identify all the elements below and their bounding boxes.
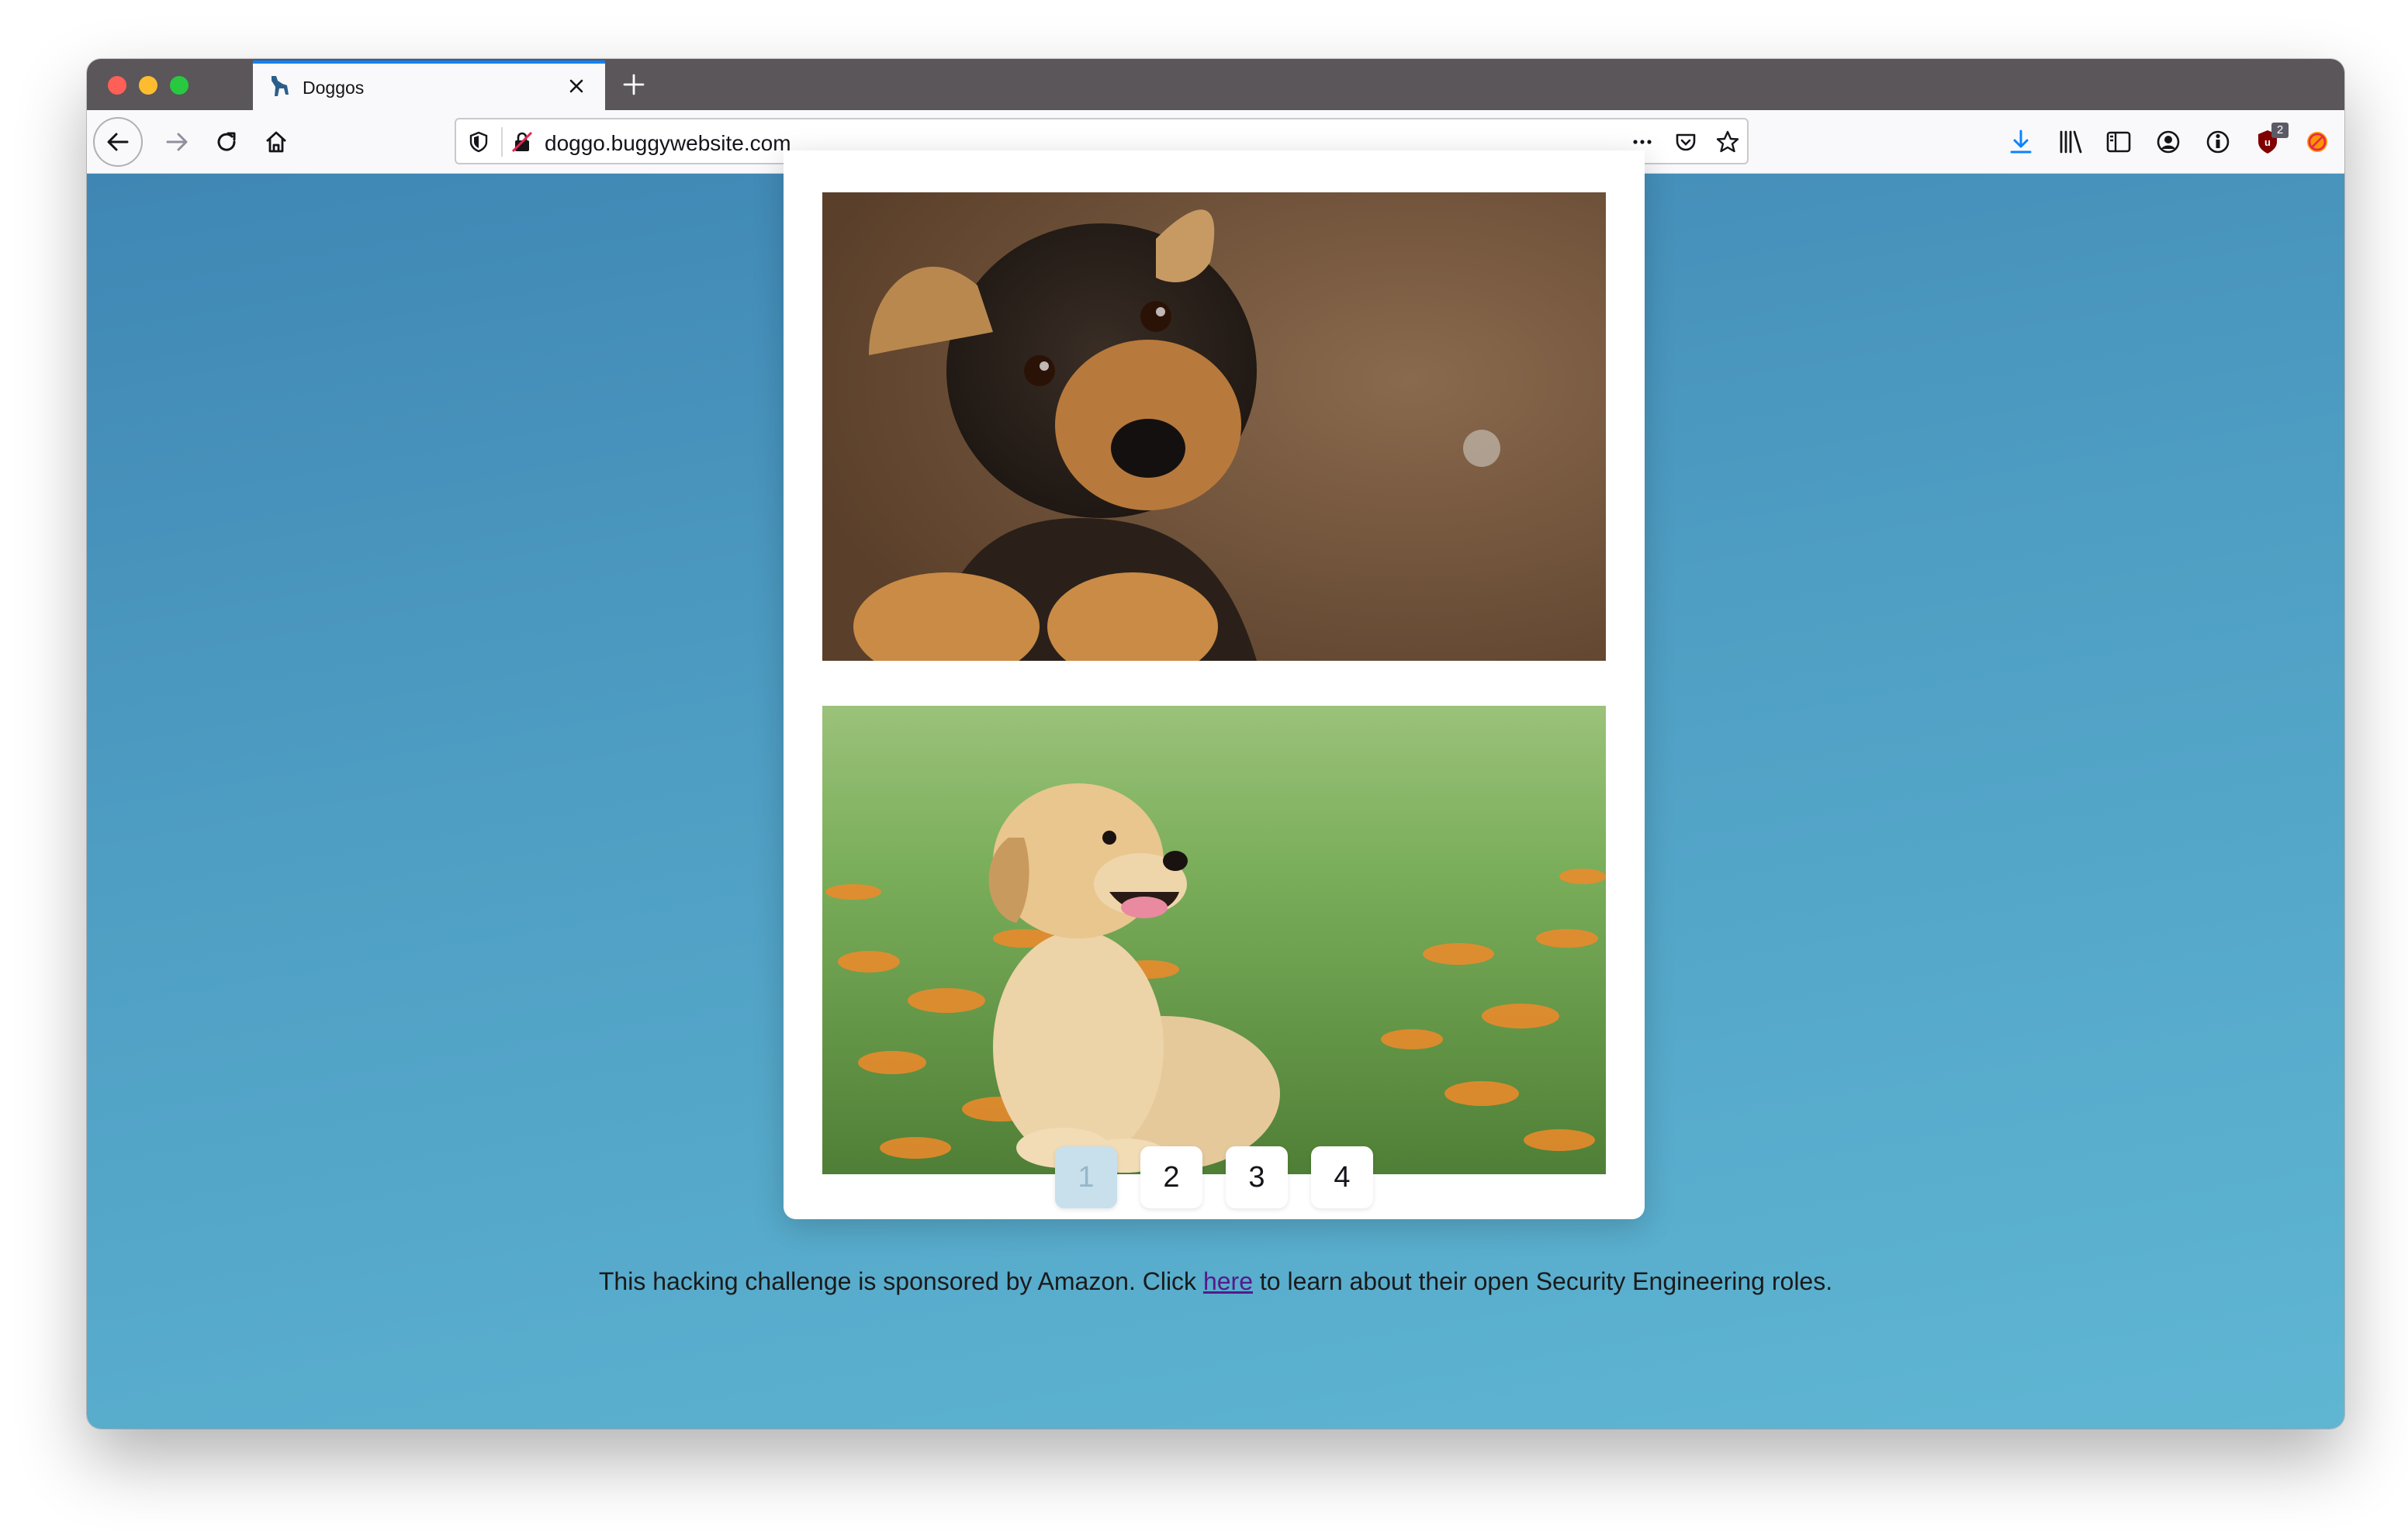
browser-window: Doggos doggo.buggywebsite.com u 2 1 2 3 … <box>87 59 2344 1429</box>
svg-text:u: u <box>2264 137 2271 148</box>
tab-bar: Doggos <box>87 59 2344 110</box>
back-icon <box>107 133 129 151</box>
minimize-window-button[interactable] <box>139 76 157 95</box>
pagination: 1 2 3 4 <box>87 1146 2344 1210</box>
sidebar-icon[interactable] <box>2104 127 2133 157</box>
zoom-window-button[interactable] <box>170 76 189 95</box>
footer-text-start: This hacking challenge is sponsored by A… <box>598 1267 1203 1295</box>
golden-retriever-puppy-image <box>822 706 1606 1174</box>
tab-doggos[interactable]: Doggos <box>253 60 605 110</box>
reload-button[interactable] <box>203 119 250 165</box>
page-button-4[interactable]: 4 <box>1311 1146 1373 1208</box>
forward-button[interactable] <box>154 119 200 165</box>
new-tab-icon[interactable] <box>619 70 649 99</box>
reload-icon <box>217 132 236 151</box>
dog-photo <box>822 192 1606 661</box>
pocket-icon[interactable] <box>1673 129 1699 155</box>
page-button-1[interactable]: 1 <box>1055 1146 1117 1208</box>
library-icon[interactable] <box>2056 127 2085 157</box>
extension-badge: 2 <box>2271 123 2289 138</box>
sponsor-footer: This hacking challenge is sponsored by A… <box>87 1267 2344 1296</box>
close-tab-icon[interactable] <box>563 73 590 99</box>
gallery-card <box>784 150 1645 1219</box>
bookmark-star-icon[interactable] <box>1714 129 1741 155</box>
home-icon <box>266 131 286 153</box>
dog-photo <box>822 706 1606 1174</box>
page-button-3[interactable]: 3 <box>1226 1146 1288 1208</box>
forward-icon <box>166 133 188 151</box>
account-icon[interactable] <box>2154 127 2183 157</box>
tab-title: Doggos <box>303 78 365 98</box>
dog-icon <box>272 76 289 96</box>
blocked-extension-icon[interactable] <box>2302 127 2332 157</box>
url-divider <box>501 127 503 157</box>
download-icon[interactable] <box>2006 127 2036 157</box>
page-button-2[interactable]: 2 <box>1140 1146 1202 1208</box>
close-window-button[interactable] <box>108 76 126 95</box>
footer-text-end: to learn about their open Security Engin… <box>1252 1267 1833 1295</box>
home-button[interactable] <box>253 119 299 165</box>
info-icon[interactable] <box>2203 127 2233 157</box>
insecure-lock-icon[interactable] <box>509 129 535 155</box>
page-content: 1 2 3 4 This hacking challenge is sponso… <box>87 150 2344 1429</box>
url-text[interactable]: doggo.buggywebsite.com <box>545 131 791 156</box>
shield-icon[interactable] <box>465 129 492 155</box>
back-button[interactable] <box>93 117 143 167</box>
careers-link[interactable]: here <box>1203 1267 1253 1295</box>
black-and-tan-puppy-image <box>822 192 1606 661</box>
